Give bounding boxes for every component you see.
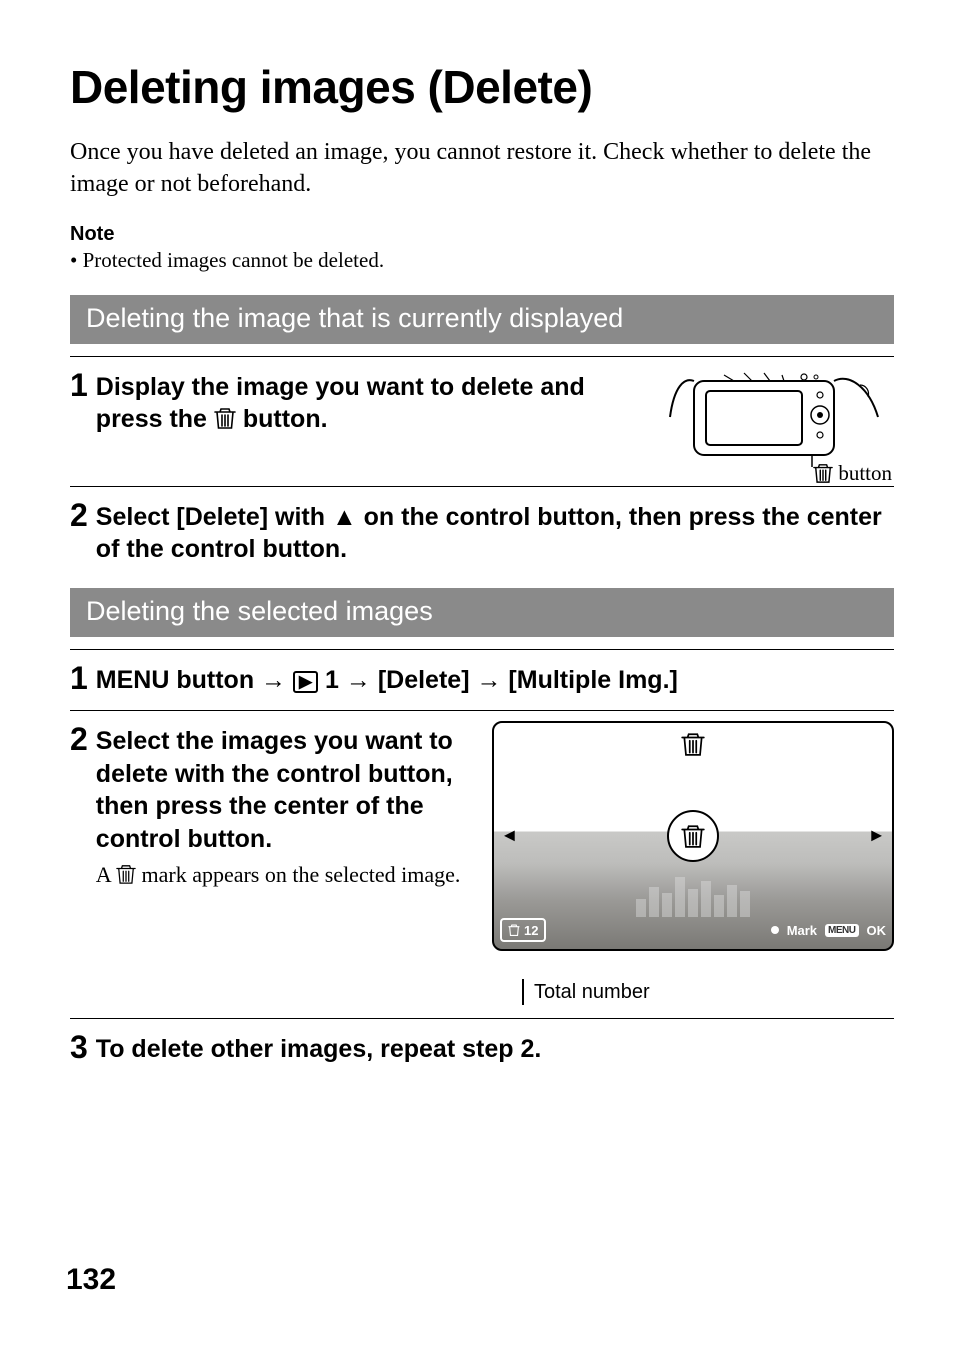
step-a1-post: button. <box>243 405 328 433</box>
arrow-icon: → <box>261 666 286 694</box>
step-number: 1 <box>70 662 88 694</box>
step-b3: 3 To delete other images, repeat step 2. <box>70 1018 894 1080</box>
step-b1-head: MENU button → ▶ 1 → [Delete] → [Multiple… <box>96 664 894 697</box>
nav-right-icon: ▶ <box>871 828 882 845</box>
step-number: 1 <box>70 369 88 401</box>
selection-mark <box>667 810 719 862</box>
screen-footer: 12 Mark MENU OK <box>500 917 886 943</box>
step-a2: 2 Select [Delete] with ▲ on the control … <box>70 486 894 588</box>
page-title: Deleting images (Delete) <box>70 60 894 114</box>
intro-text: Once you have deleted an image, you cann… <box>70 136 894 201</box>
step-b1-mid1: 1 <box>325 666 346 694</box>
step-number: 2 <box>70 499 88 531</box>
section-heading-selected: Deleting the selected images <box>70 588 894 637</box>
trash-icon <box>116 863 136 893</box>
selection-count-badge: 12 <box>500 918 546 942</box>
total-number-caption: Total number <box>534 981 894 1004</box>
step-b2-sub-pre: A <box>96 862 116 887</box>
note-block: Note • Protected images cannot be delete… <box>70 223 894 273</box>
step-a1: 1 Display the image you want to delete a… <box>70 356 894 486</box>
photo-content <box>636 877 750 917</box>
step-a1-pre: Display the image you want to delete and… <box>96 373 585 434</box>
step-b2-head: Select the images you want to delete wit… <box>96 725 474 855</box>
step-b2-sub: A mark appears on the selected image. <box>96 861 474 893</box>
camera-caption-text: button <box>838 461 892 485</box>
step-b2: 2 Select the images you want to delete w… <box>70 710 894 1018</box>
step-b1-mid2: [Delete] <box>378 666 477 694</box>
dot-icon <box>771 926 779 934</box>
arrow-icon: → <box>476 666 501 694</box>
camera-illustration: button <box>614 367 894 472</box>
arrow-icon: → <box>346 666 371 694</box>
note-heading: Note <box>70 223 894 246</box>
leader-line <box>522 979 524 1005</box>
step-b1-pre: MENU button <box>96 666 261 694</box>
nav-left-icon: ◀ <box>504 828 515 845</box>
footer-mark-label: Mark <box>787 923 817 938</box>
playback-icon: ▶ <box>293 671 318 694</box>
trash-icon <box>681 731 705 762</box>
page-number: 132 <box>66 1263 116 1297</box>
selection-count: 12 <box>524 923 538 938</box>
trash-icon <box>214 406 236 439</box>
step-a2-pre: Select [Delete] with <box>96 503 332 531</box>
step-a1-head: Display the image you want to delete and… <box>96 371 614 439</box>
footer-ok-label: OK <box>867 923 887 938</box>
up-triangle-icon: ▲ <box>332 503 357 531</box>
step-b1-post: [Multiple Img.] <box>508 666 677 694</box>
step-number: 3 <box>70 1031 88 1063</box>
step-a2-head: Select [Delete] with ▲ on the control bu… <box>96 501 894 566</box>
step-b2-sub-post: mark appears on the selected image. <box>141 862 460 887</box>
note-body: • Protected images cannot be deleted. <box>70 248 894 273</box>
step-b3-head: To delete other images, repeat step 2. <box>96 1033 894 1066</box>
step-b1: 1 MENU button → ▶ 1 → [Delete] → [Multip… <box>70 649 894 711</box>
lcd-screen-illustration: ◀ ▶ 12 Mark MENU OK <box>492 721 894 951</box>
camera-caption: button <box>813 461 892 486</box>
menu-chip: MENU <box>825 924 858 937</box>
step-number: 2 <box>70 723 88 755</box>
section-heading-current: Deleting the image that is currently dis… <box>70 295 894 344</box>
